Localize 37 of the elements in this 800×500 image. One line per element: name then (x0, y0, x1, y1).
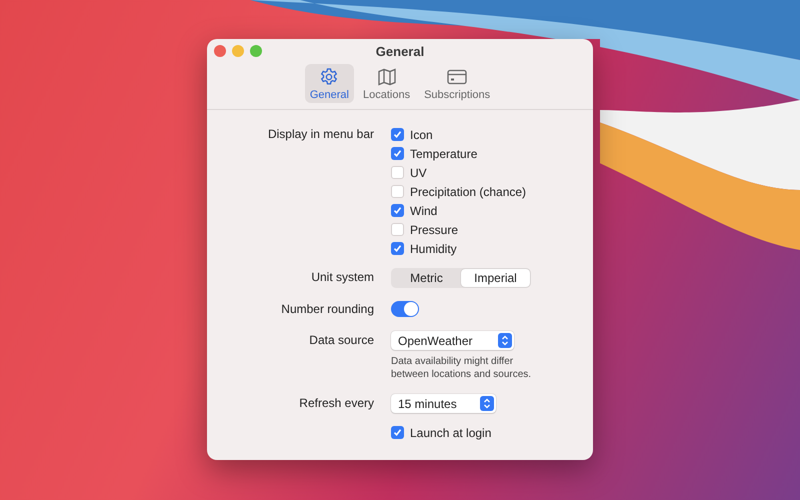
window-title: General (376, 44, 424, 58)
data-source-dropdown[interactable]: OpenWeather (391, 331, 514, 350)
checkbox[interactable] (391, 128, 404, 141)
toolbar-tab[interactable]: Subscriptions (419, 64, 496, 103)
field-label: Refresh every (298, 395, 374, 412)
map-icon (376, 67, 397, 87)
toggle-switch[interactable] (391, 301, 419, 317)
settings-icon (319, 67, 340, 87)
checkbox-label: Pressure (410, 222, 458, 236)
card-icon (446, 67, 468, 87)
checkbox[interactable] (391, 426, 404, 439)
field-label: Number rounding (280, 301, 374, 318)
toolbar-tab[interactable]: General (304, 64, 354, 103)
checkbox[interactable] (391, 242, 404, 255)
close-button[interactable] (214, 45, 226, 57)
field-label: Data source (308, 332, 374, 349)
checkbox[interactable] (391, 204, 404, 217)
stepper-icon (498, 333, 512, 348)
field-label: Unit system (310, 269, 374, 286)
checkbox[interactable] (391, 166, 404, 179)
checkbox[interactable] (391, 185, 404, 198)
checkbox-label: Wind (410, 204, 438, 218)
toolbar-tab[interactable]: Locations (358, 64, 416, 103)
checkbox-label: Precipitation (chance) (410, 184, 526, 198)
field-label: Display in menu bar (266, 126, 374, 143)
checkbox[interactable] (391, 223, 404, 236)
checkbox-label: UV (410, 166, 427, 180)
refresh-dropdown[interactable]: 15 minutes (391, 394, 496, 413)
segment-option[interactable]: Imperial (461, 269, 530, 287)
checkbox-label: Temperature (410, 146, 478, 160)
checkbox-label: Humidity (410, 242, 457, 256)
stepper-icon (480, 396, 494, 411)
help-text: Data availability might differ between locations and sources. (391, 355, 532, 381)
checkbox[interactable] (391, 147, 404, 160)
checkbox-label: Launch at login (410, 426, 492, 440)
segment-option[interactable]: Metric (392, 269, 461, 287)
checkbox-label: Icon (410, 128, 433, 142)
